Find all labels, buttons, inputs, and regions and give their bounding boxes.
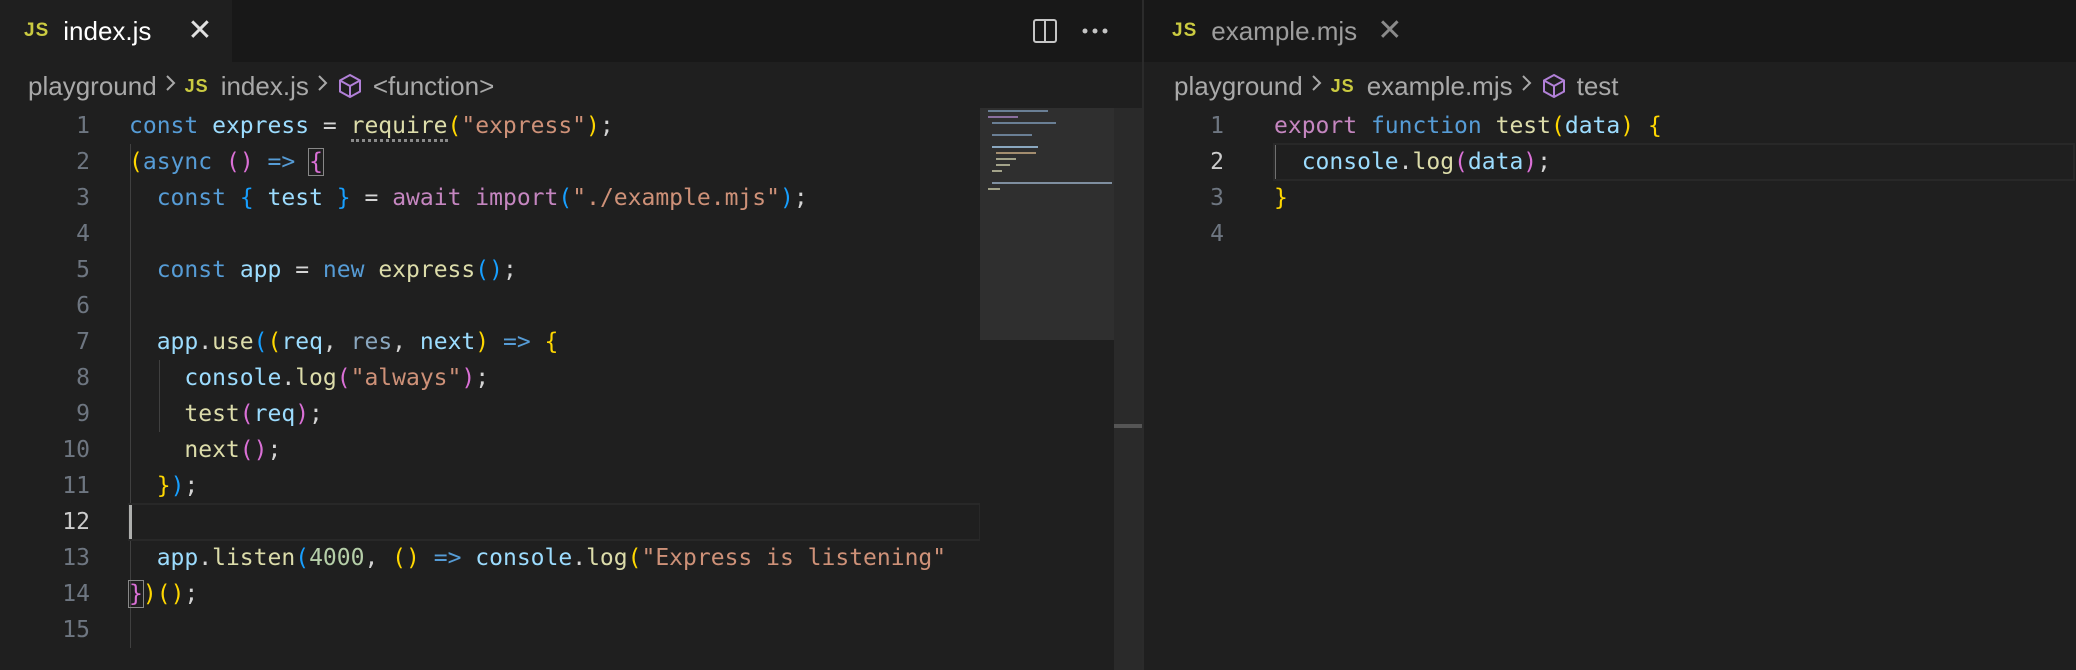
breadcrumb-left: playground JS index.js <function> (28, 66, 494, 106)
line-number: 7 (76, 329, 90, 355)
chevron-right-icon (165, 72, 177, 100)
line-number: 4 (1210, 221, 1224, 247)
breadcrumb-folder[interactable]: playground (28, 71, 157, 102)
code-line-8: console.log("always"); (184, 365, 490, 391)
editor-group-left: JS index.js ✕ playground JS index.js <fu… (0, 0, 1142, 670)
minimap-line (996, 152, 1036, 154)
editor-window: JS index.js ✕ playground JS index.js <fu… (0, 0, 2076, 670)
minimap-line (992, 134, 1032, 136)
js-file-icon: JS (24, 20, 50, 41)
symbol-cube-icon (1541, 73, 1567, 99)
close-tab-button[interactable]: ✕ (187, 16, 212, 46)
minimap-line (988, 116, 1018, 118)
minimap-line (992, 170, 1002, 172)
vertical-scrollbar[interactable] (1114, 108, 1142, 670)
line-number: 2 (1210, 149, 1224, 175)
split-editor-icon[interactable] (1028, 14, 1062, 48)
chevron-right-icon (1311, 72, 1323, 100)
breadcrumb-symbol[interactable]: test (1577, 71, 1619, 102)
line-number: 1 (76, 113, 90, 139)
scrollbar-thumb[interactable] (1114, 424, 1142, 428)
code-editor-left[interactable]: 1 2 3 4 5 6 7 8 9 10 11 12 13 14 15 const express = re… (0, 108, 1142, 670)
minimap-line (992, 146, 1038, 148)
minimap-line (992, 122, 1056, 124)
line-number: 6 (76, 293, 90, 319)
line-number: 3 (1210, 185, 1224, 211)
code-editor-right[interactable]: 1 2 3 4 export function test(data) { consol… (1144, 108, 2076, 670)
line-number: 4 (76, 221, 90, 247)
code-line-12 (128, 503, 981, 541)
line-number: 9 (76, 401, 90, 427)
tab-index-js[interactable]: JS index.js ✕ (0, 0, 232, 62)
minimap[interactable] (980, 108, 1114, 670)
editor-group-right: JS example.mjs ✕ playground JS example.m… (1144, 0, 2076, 670)
tab-bar-left: JS index.js ✕ (0, 0, 1142, 62)
code-line-10: next(); (184, 437, 282, 463)
line-number: 13 (62, 545, 90, 571)
breadcrumb-file[interactable]: example.mjs (1367, 71, 1513, 102)
code-line-7: app.use((req, res, next) => { (156, 329, 559, 355)
line-number: 12 (62, 509, 90, 535)
tab-bar-right: JS example.mjs ✕ (1144, 0, 2076, 62)
tab-example-mjs[interactable]: JS example.mjs ✕ (1144, 0, 1414, 62)
breadcrumb-file[interactable]: index.js (221, 71, 309, 102)
minimap-line (996, 164, 1010, 166)
breadcrumb-right: playground JS example.mjs test (1174, 66, 1619, 106)
code-line-9: test(req); (184, 401, 323, 427)
code-line-13: app.listen(4000, () => console.log("Expr… (156, 545, 947, 571)
minimap-line (988, 110, 1048, 112)
minimap-line (996, 158, 1016, 160)
code-line-2: (async () => { (129, 148, 324, 176)
line-number: 5 (76, 257, 90, 283)
line-number: 2 (76, 149, 90, 175)
symbol-cube-icon (337, 73, 363, 99)
code-line-1: const express = require("express"); (129, 108, 614, 144)
close-tab-button[interactable]: ✕ (1377, 16, 1402, 46)
breadcrumb-symbol[interactable]: <function> (373, 71, 494, 102)
minimap-line (988, 188, 1000, 190)
line-number: 14 (62, 581, 90, 607)
minimap-line (992, 182, 1112, 184)
line-number: 15 (62, 617, 90, 643)
line-number: 1 (1210, 113, 1224, 139)
js-file-icon: JS (1330, 75, 1355, 96)
js-file-icon: JS (184, 75, 209, 96)
chevron-right-icon (317, 72, 329, 100)
code-line-14: })(); (128, 580, 199, 608)
breadcrumb-folder[interactable]: playground (1174, 71, 1303, 102)
tab-label: example.mjs (1211, 15, 1358, 46)
ellipsis-icon[interactable] (1078, 14, 1112, 48)
code-line-1: export function test(data) { (1274, 113, 1662, 139)
minimap-slider[interactable] (980, 108, 1114, 340)
code-line-3: const { test } = await import("./example… (156, 185, 808, 211)
code-line-3: } (1274, 185, 1288, 211)
line-number: 8 (76, 365, 90, 391)
code-line-2: console.log(data); (1273, 143, 2075, 181)
chevron-right-icon (1521, 72, 1533, 100)
code-line-5: const app = new express(); (156, 257, 517, 283)
code-line-11: }); (156, 473, 199, 499)
tab-label: index.js (63, 15, 152, 46)
line-number: 11 (62, 473, 90, 499)
line-number: 3 (76, 185, 90, 211)
line-number: 10 (62, 437, 90, 463)
js-file-icon: JS (1172, 20, 1198, 41)
text-cursor (129, 505, 132, 539)
